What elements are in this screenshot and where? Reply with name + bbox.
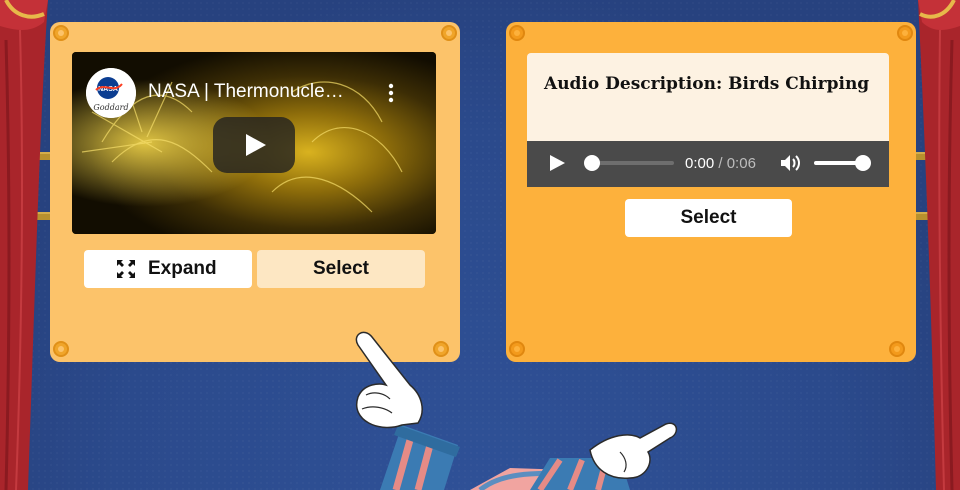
volume-slider-thumb (855, 155, 871, 171)
audio-current-time: 0:00 (685, 155, 715, 172)
frame-ornament-tl-right (509, 25, 525, 41)
play-icon (246, 134, 266, 156)
curtain-left (0, 0, 48, 490)
pointing-hand-left (355, 331, 460, 490)
expand-button-label: Expand (148, 258, 217, 279)
video-play-button[interactable] (213, 117, 295, 173)
audio-duration: 0:06 (726, 155, 756, 172)
kebab-menu-icon[interactable] (384, 82, 398, 104)
select-audio-button[interactable]: Select (625, 199, 792, 237)
frame-ornament-tr (441, 25, 457, 41)
audio-progress-slider[interactable] (582, 154, 676, 172)
frame-ornament-bl-right (509, 341, 525, 357)
audio-time: 0:00 / 0:06 (685, 155, 756, 172)
pointing-hand-right (470, 422, 678, 490)
audio-play-icon[interactable] (548, 154, 566, 172)
svg-text:Goddard: Goddard (93, 103, 128, 112)
select-video-button[interactable]: Select (257, 250, 425, 288)
audio-title: Audio Description: Birds Chirping (544, 74, 870, 94)
frame-ornament-br-right (889, 341, 905, 357)
video-title[interactable]: NASA | Thermonucle… (148, 81, 378, 103)
curtain-right (918, 0, 960, 490)
frame-ornament-bl (53, 341, 69, 357)
nasa-channel-logo[interactable]: NASA Goddard (86, 68, 136, 118)
expand-icon (117, 260, 135, 278)
frame-ornament-tr-right (897, 25, 913, 41)
audio-progress-thumb (584, 155, 600, 171)
audio-time-separator: / (718, 155, 723, 172)
volume-icon[interactable] (780, 153, 802, 173)
volume-slider[interactable] (812, 154, 874, 172)
expand-button[interactable]: Expand (84, 250, 252, 288)
frame-ornament-tl (53, 25, 69, 41)
